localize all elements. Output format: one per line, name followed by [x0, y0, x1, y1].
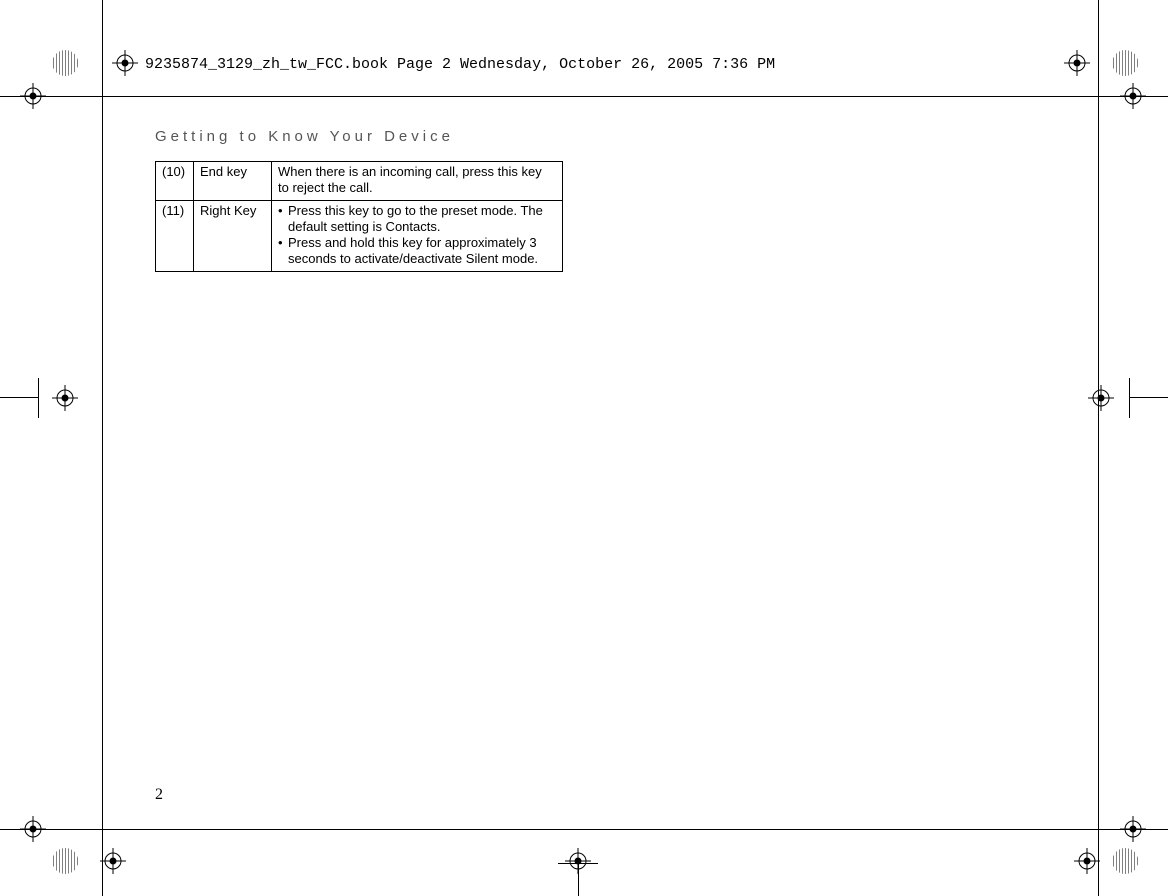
- section-title: Getting to Know Your Device: [155, 128, 454, 145]
- crop-line-left: [102, 0, 103, 896]
- key-desc-cell: When there is an incoming call, press th…: [272, 162, 563, 201]
- color-bar-icon: [50, 48, 80, 78]
- key-number-cell: (11): [156, 200, 194, 271]
- tick-left-v: [38, 378, 39, 418]
- color-bar-icon: [1110, 846, 1140, 876]
- bullet-text: Press and hold this key for approximatel…: [288, 235, 556, 268]
- crop-line-bottom: [0, 829, 1168, 830]
- key-number-cell: (10): [156, 162, 194, 201]
- document-header-text: 9235874_3129_zh_tw_FCC.book Page 2 Wedne…: [145, 56, 775, 73]
- registration-mark-icon: [20, 816, 46, 842]
- registration-mark-icon: [52, 385, 78, 411]
- bullet-text: Press this key to go to the preset mode.…: [288, 203, 556, 236]
- key-desc-cell: •Press this key to go to the preset mode…: [272, 200, 563, 271]
- table-row: (10) End key When there is an incoming c…: [156, 162, 563, 201]
- key-description-table: (10) End key When there is an incoming c…: [155, 161, 563, 272]
- color-bar-icon: [50, 846, 80, 876]
- registration-mark-icon: [1120, 816, 1146, 842]
- tick-right-v: [1129, 378, 1130, 418]
- registration-mark-icon: [1088, 385, 1114, 411]
- registration-mark-icon: [112, 50, 138, 76]
- key-name-cell: End key: [194, 162, 272, 201]
- registration-mark-icon: [565, 848, 591, 874]
- registration-mark-icon: [100, 848, 126, 874]
- page-number: 2: [155, 786, 163, 804]
- registration-mark-icon: [1074, 848, 1100, 874]
- registration-mark-icon: [1064, 50, 1090, 76]
- registration-mark-icon: [1120, 83, 1146, 109]
- color-bar-icon: [1110, 48, 1140, 78]
- registration-mark-icon: [20, 83, 46, 109]
- key-name-cell: Right Key: [194, 200, 272, 271]
- table-row: (11) Right Key •Press this key to go to …: [156, 200, 563, 271]
- crop-line-top: [0, 96, 1168, 97]
- tick-right-h: [1130, 397, 1168, 398]
- crop-line-right: [1098, 0, 1099, 896]
- tick-left-h: [0, 397, 38, 398]
